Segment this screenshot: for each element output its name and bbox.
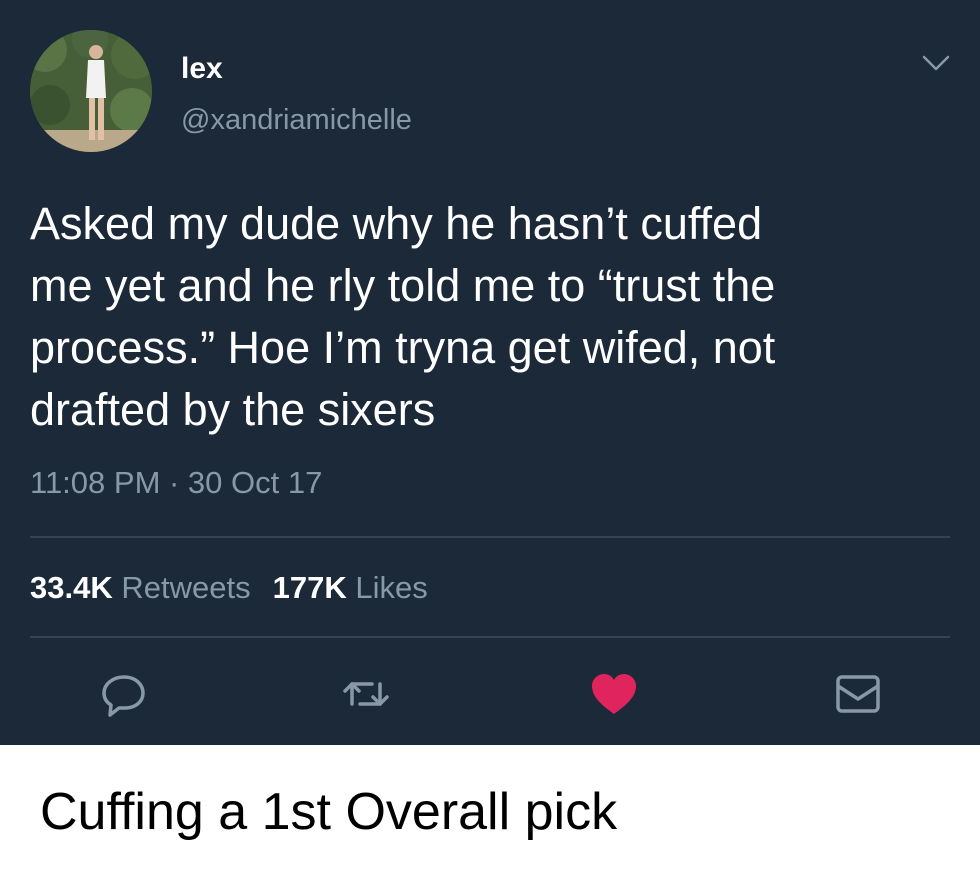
- divider: [30, 636, 950, 638]
- message-icon[interactable]: [832, 668, 884, 720]
- engagement-stats: 33.4K Retweets 177K Likes: [30, 570, 428, 606]
- likes-count: 177K: [272, 570, 347, 605]
- tweet-text: Asked my dude why he hasn’t cuffed me ye…: [30, 193, 960, 441]
- tweet-text-line: process.” Hoe I’m tryna get wifed, not: [30, 322, 776, 373]
- retweets-stat[interactable]: 33.4K Retweets: [30, 570, 251, 605]
- avatar[interactable]: [30, 30, 152, 152]
- chevron-down-icon[interactable]: [918, 52, 954, 76]
- tweet-text-line: drafted by the sixers: [30, 384, 436, 435]
- heart-icon[interactable]: [588, 668, 640, 720]
- divider: [30, 536, 950, 538]
- tweet-text-line: me yet and he rly told me to “trust the: [30, 260, 776, 311]
- user-handle[interactable]: @xandriamichelle: [181, 104, 412, 137]
- tweet-card: lex @xandriamichelle Asked my dude why h…: [0, 0, 980, 745]
- tweet-text-line: Asked my dude why he hasn’t cuffed: [30, 198, 763, 249]
- retweets-label: Retweets: [121, 570, 251, 605]
- meme-caption: Cuffing a 1st Overall pick: [40, 783, 618, 841]
- reply-icon[interactable]: [98, 668, 150, 720]
- display-name[interactable]: lex: [181, 52, 223, 86]
- retweets-count: 33.4K: [30, 570, 113, 605]
- likes-label: Likes: [355, 570, 428, 605]
- tweet-timestamp[interactable]: 11:08 PM · 30 Oct 17: [30, 465, 322, 501]
- likes-stat[interactable]: 177K Likes: [273, 570, 428, 605]
- retweet-icon[interactable]: [340, 668, 392, 720]
